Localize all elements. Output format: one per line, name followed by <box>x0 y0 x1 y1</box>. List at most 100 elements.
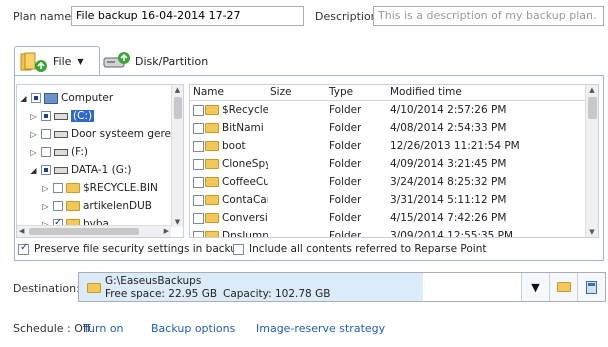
column-type[interactable]: Type <box>329 86 353 98</box>
tree-checkbox[interactable] <box>53 201 63 211</box>
drive-icon <box>54 130 68 138</box>
tree-item-drive-g[interactable]: ◢ DATA-1 (G:) <box>29 161 131 179</box>
expand-arrow-icon[interactable]: ▷ <box>41 202 50 211</box>
row-checkbox[interactable] <box>193 212 204 224</box>
destination-path: G:\EaseusBackups <box>105 275 202 287</box>
row-checkbox[interactable] <box>193 104 204 116</box>
expand-arrow-icon[interactable]: ▷ <box>41 184 50 193</box>
tree-checkbox[interactable] <box>31 93 41 103</box>
list-item[interactable]: $Recycle.Bin Folder 4/10/2014 2:57:26 PM <box>190 101 585 119</box>
row-checkbox[interactable] <box>193 158 204 170</box>
destination-field[interactable]: G:\EaseusBackups Free space: 22.95 GB Ca… <box>78 272 606 302</box>
scroll-right-icon[interactable]: ▶ <box>164 227 169 235</box>
folder-icon <box>205 105 219 115</box>
tab-file[interactable]: File ▼ <box>14 46 100 76</box>
file-name: BitNami <box>222 122 264 134</box>
file-name: boot <box>222 140 246 152</box>
plan-name-input[interactable]: File backup 16-04-2014 17-27 <box>71 6 304 26</box>
folder-icon <box>205 195 219 205</box>
preserve-security-checkbox[interactable] <box>18 242 29 255</box>
folder-icon <box>66 201 80 211</box>
scroll-up-icon[interactable]: ▲ <box>172 86 183 94</box>
tree-vertical-scrollbar[interactable]: ▲ ▼ <box>171 85 183 227</box>
tab-disk-partition[interactable]: Disk/Partition <box>103 46 223 76</box>
backup-options-link[interactable]: Backup options <box>151 322 235 335</box>
preserve-security-option[interactable]: Preserve file security settings in backu… <box>18 242 244 255</box>
folder-icon <box>87 283 101 293</box>
turn-on-link[interactable]: Turn on <box>83 322 124 335</box>
row-checkbox[interactable] <box>193 176 204 188</box>
calculator-button[interactable] <box>577 273 605 301</box>
list-item[interactable]: BitNami Folder 4/08/2014 2:54:33 PM <box>190 119 585 137</box>
file-name: CoffeeCup <box>222 176 268 188</box>
folder-icon <box>66 183 80 193</box>
tree-item-computer[interactable]: ◢ Computer <box>19 89 113 107</box>
tree-item-recycle-bin[interactable]: ▷ $RECYCLE.BIN <box>41 179 157 197</box>
folder-icon <box>205 177 219 187</box>
scroll-thumb[interactable] <box>29 228 139 235</box>
collapse-arrow-icon[interactable]: ◢ <box>29 166 38 175</box>
scroll-thumb[interactable] <box>588 97 597 119</box>
disk-backup-icon <box>103 50 131 72</box>
browse-folder-button[interactable] <box>549 273 577 301</box>
list-item[interactable]: Conversion Folder 4/15/2014 7:42:26 PM <box>190 209 585 227</box>
scroll-down-icon[interactable]: ▼ <box>172 218 183 226</box>
list-item[interactable]: DnsJumper Folder 3/09/2014 12:55:35 PM <box>190 227 585 238</box>
row-checkbox[interactable] <box>193 194 204 206</box>
scroll-down-icon[interactable]: ▼ <box>586 228 598 236</box>
file-type: Folder <box>329 140 362 152</box>
tree-item-drive-c[interactable]: ▷ (C:) <box>29 107 95 125</box>
file-name: Conversion <box>222 212 268 224</box>
expand-arrow-icon[interactable]: ▷ <box>29 148 38 157</box>
file-modified: 3/09/2014 12:55:35 PM <box>390 230 514 238</box>
destination-input-area[interactable] <box>423 273 521 301</box>
preserve-security-label: Preserve file security settings in backu… <box>34 243 244 255</box>
description-input[interactable]: This is a description of my backup plan. <box>373 6 604 26</box>
tree-item-reserved[interactable]: ▷ Door systeem gerese <box>29 125 183 143</box>
row-checkbox[interactable] <box>193 140 204 152</box>
folder-tree[interactable]: ◢ Computer ▷ (C:) ▷ Door systeem gerese … <box>16 84 184 238</box>
tree-checkbox[interactable] <box>41 129 51 139</box>
destination-dropdown-button[interactable]: ▼ <box>521 273 549 301</box>
include-reparse-checkbox[interactable] <box>233 243 244 255</box>
file-type: Folder <box>329 194 362 206</box>
expand-arrow-icon[interactable]: ▷ <box>29 130 38 139</box>
folder-icon <box>205 213 219 223</box>
file-list[interactable]: Name Size Type Modified time $Recycle.Bi… <box>189 84 599 238</box>
tree-checkbox[interactable] <box>53 183 63 193</box>
tree-item-drive-f[interactable]: ▷ (F:) <box>29 143 88 161</box>
folder-icon <box>205 141 219 151</box>
list-item[interactable]: boot Folder 12/26/2013 11:21:54 PM <box>190 137 585 155</box>
drive-icon <box>54 112 68 120</box>
include-reparse-label: Include all contents referred to Reparse… <box>249 243 487 255</box>
file-type: Folder <box>329 122 362 134</box>
drive-icon <box>54 166 68 174</box>
scroll-left-icon[interactable]: ◀ <box>19 227 24 235</box>
tree-horizontal-scrollbar[interactable]: ◀ ▶ <box>17 225 171 237</box>
tree-checkbox[interactable] <box>41 147 51 157</box>
tree-checkbox[interactable] <box>41 165 51 175</box>
list-item[interactable]: ContaCam Folder 3/31/2014 5:11:12 PM <box>190 191 585 209</box>
column-modified[interactable]: Modified time <box>390 86 462 98</box>
chevron-down-icon[interactable]: ▼ <box>77 57 83 66</box>
scroll-up-icon[interactable]: ▲ <box>586 86 598 94</box>
tree-checkbox[interactable] <box>41 111 51 121</box>
file-name: CloneSpy <box>222 158 268 170</box>
list-vertical-scrollbar[interactable]: ▲ ▼ <box>585 85 598 237</box>
list-item[interactable]: CloneSpy Folder 4/09/2014 3:21:45 PM <box>190 155 585 173</box>
row-checkbox[interactable] <box>193 122 204 134</box>
list-item[interactable]: CoffeeCup Folder 3/24/2014 8:25:32 PM <box>190 173 585 191</box>
expand-arrow-icon[interactable]: ▷ <box>29 112 38 121</box>
image-reserve-strategy-link[interactable]: Image-reserve strategy <box>256 322 385 335</box>
row-checkbox[interactable] <box>193 230 204 237</box>
collapse-arrow-icon[interactable]: ◢ <box>19 94 28 103</box>
file-modified: 4/10/2014 2:57:26 PM <box>390 104 507 116</box>
file-modified: 4/09/2014 3:21:45 PM <box>390 158 507 170</box>
include-reparse-option[interactable]: Include all contents referred to Reparse… <box>233 243 486 255</box>
scroll-thumb[interactable] <box>174 97 182 119</box>
schedule-status: Schedule : Off <box>13 322 91 335</box>
tree-item-label: Computer <box>61 92 114 104</box>
tree-item-artikelen[interactable]: ▷ artikelenDUB <box>41 197 152 215</box>
column-name[interactable]: Name <box>193 86 224 98</box>
column-size[interactable]: Size <box>270 86 292 98</box>
